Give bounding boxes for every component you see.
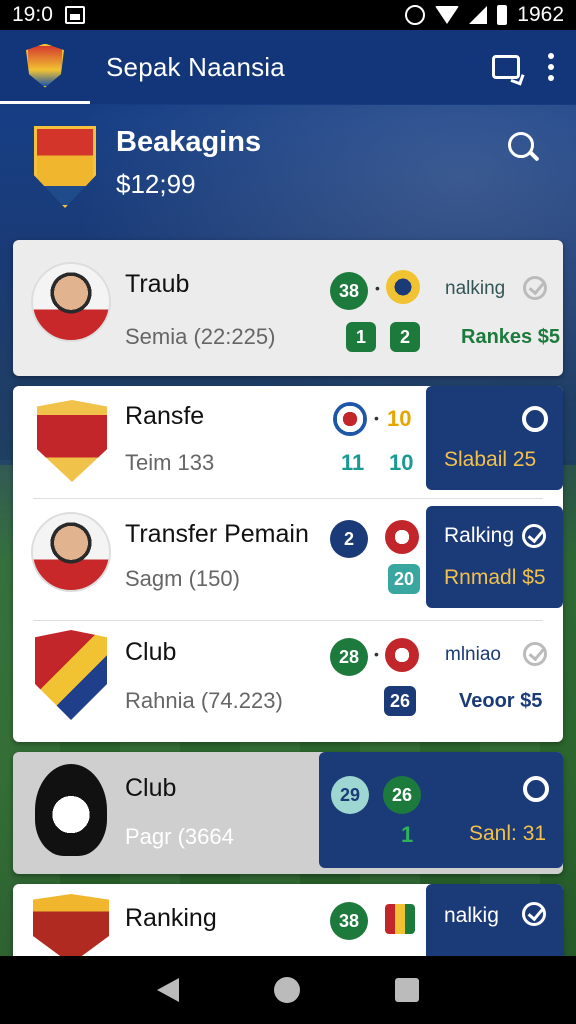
club-crest-icon xyxy=(33,894,109,964)
ranking-value: Veoor $5 xyxy=(459,690,543,712)
card-sub: Sagm (150) xyxy=(125,566,240,591)
app-title: Sepak Naansia xyxy=(106,51,285,82)
check-icon[interactable] xyxy=(523,642,547,666)
card-sub: Pagr (3664 xyxy=(125,824,234,849)
panel-label: nalkig xyxy=(444,904,499,927)
check-icon[interactable] xyxy=(523,276,547,300)
stat-panel[interactable]: 29 26 1 Sanl: 31 xyxy=(319,752,563,868)
chat-icon[interactable] xyxy=(492,55,520,79)
stat-number: 1 xyxy=(401,822,414,847)
panel-value: Slabail 25 xyxy=(444,448,537,471)
player-avatar xyxy=(31,512,111,592)
ranking-panel[interactable]: Ralking Rnmadl $5 xyxy=(426,506,563,608)
stat-number-left: 11 xyxy=(341,450,365,475)
check-icon xyxy=(522,524,546,548)
tab-home[interactable] xyxy=(0,30,90,104)
transfer-card: Ransfe Teim 133 • 10 11 10 Slabail 25 Tr… xyxy=(13,386,563,742)
status-time: 19:0 xyxy=(12,3,53,26)
score-badge: 2 xyxy=(330,520,368,558)
score-badge-right: 2 xyxy=(390,322,420,352)
card-name: Ranking xyxy=(125,904,217,932)
club-crest-icon xyxy=(35,764,107,856)
panel-label: Ralking xyxy=(444,524,515,547)
navigation-bar xyxy=(0,956,576,1024)
stat-number: 10 xyxy=(387,406,412,431)
score-badge: 38 xyxy=(330,902,368,940)
wifi-icon xyxy=(435,6,460,24)
check-icon xyxy=(522,902,546,926)
card-name: Club xyxy=(125,638,177,666)
score-badge: 38 xyxy=(330,272,368,310)
score-badge: 28 xyxy=(330,638,368,676)
divider xyxy=(33,620,543,621)
card-sub: Rahnia (74.223) xyxy=(125,688,283,713)
status-right: 1962 xyxy=(405,3,564,27)
club-crest-icon xyxy=(34,126,96,208)
ranking-label: nalking xyxy=(445,278,506,299)
club-card[interactable]: Club Pagr (3664 29 26 1 Sanl: 31 xyxy=(13,752,563,874)
share-icon xyxy=(522,406,548,432)
score-badge: 29 xyxy=(331,776,369,814)
card-name: Club xyxy=(125,774,177,802)
header-title: Beakagins xyxy=(116,126,262,158)
club-logo-icon xyxy=(333,402,367,436)
player-avatar xyxy=(31,262,111,342)
header-amount: $12;99 xyxy=(116,169,196,199)
notification-icon xyxy=(64,6,85,24)
search-icon[interactable] xyxy=(508,132,542,166)
separator: • xyxy=(374,410,379,426)
club-crest-icon xyxy=(37,400,107,482)
score-badge: 20 xyxy=(388,564,421,594)
alarm-icon xyxy=(405,5,426,25)
app-logo-icon xyxy=(26,43,64,88)
signal-icon xyxy=(469,6,488,24)
club-logo-icon xyxy=(385,904,415,934)
list-item[interactable]: Ransfe Teim 133 • 10 11 10 Slabail 25 xyxy=(13,386,563,498)
share-icon xyxy=(523,776,549,802)
stat-panel[interactable]: Slabail 25 xyxy=(426,386,563,490)
battery-icon xyxy=(497,5,508,25)
status-bar: 19:0 1962 xyxy=(0,0,576,30)
ranking-value: Rankes $5 xyxy=(461,326,560,348)
list-item[interactable]: Transfer Pemain Sagm (150) 2 20 Ralking … xyxy=(13,502,563,620)
list-item[interactable]: Club Rahnia (74.223) 28 • 26 mlniao Veoo… xyxy=(13,624,563,742)
app-bar: Sepak Naansia xyxy=(0,30,576,104)
header-text: Beakagins $12;99 xyxy=(116,126,261,200)
score-badge: 26 xyxy=(384,686,417,716)
panel-value: Sanl: 31 xyxy=(469,822,547,845)
more-options-icon[interactable] xyxy=(548,53,554,81)
recents-icon[interactable] xyxy=(394,978,419,1002)
club-crest-icon xyxy=(35,630,107,720)
card-name: Transfer Pemain xyxy=(125,520,309,548)
stat-number-right: 10 xyxy=(389,450,414,475)
club-logo-icon xyxy=(386,270,420,304)
header-section: Beakagins $12;99 xyxy=(0,104,576,239)
back-icon[interactable] xyxy=(157,978,180,1002)
status-battery-text: 1962 xyxy=(517,3,564,26)
app-actions xyxy=(492,53,576,81)
ranking-label: mlniao xyxy=(445,644,501,665)
card-sub: Semia (22:225) xyxy=(125,324,276,349)
card-sub: Teim 133 xyxy=(125,450,215,475)
score-badge-left: 1 xyxy=(346,322,376,352)
card-name: Traub xyxy=(125,270,190,298)
card-name: Ransfe xyxy=(125,402,205,430)
score-badge: 26 xyxy=(383,776,421,814)
separator: • xyxy=(374,646,379,662)
divider xyxy=(33,498,543,499)
separator: • xyxy=(375,280,380,296)
panel-value: Rnmadl $5 xyxy=(444,566,546,589)
player-card[interactable]: Traub Semia (22:225) 38 • 1 2 nalking Ra… xyxy=(13,240,563,376)
club-logo-icon xyxy=(385,520,419,554)
club-logo-icon xyxy=(385,638,419,672)
home-icon[interactable] xyxy=(273,977,300,1003)
